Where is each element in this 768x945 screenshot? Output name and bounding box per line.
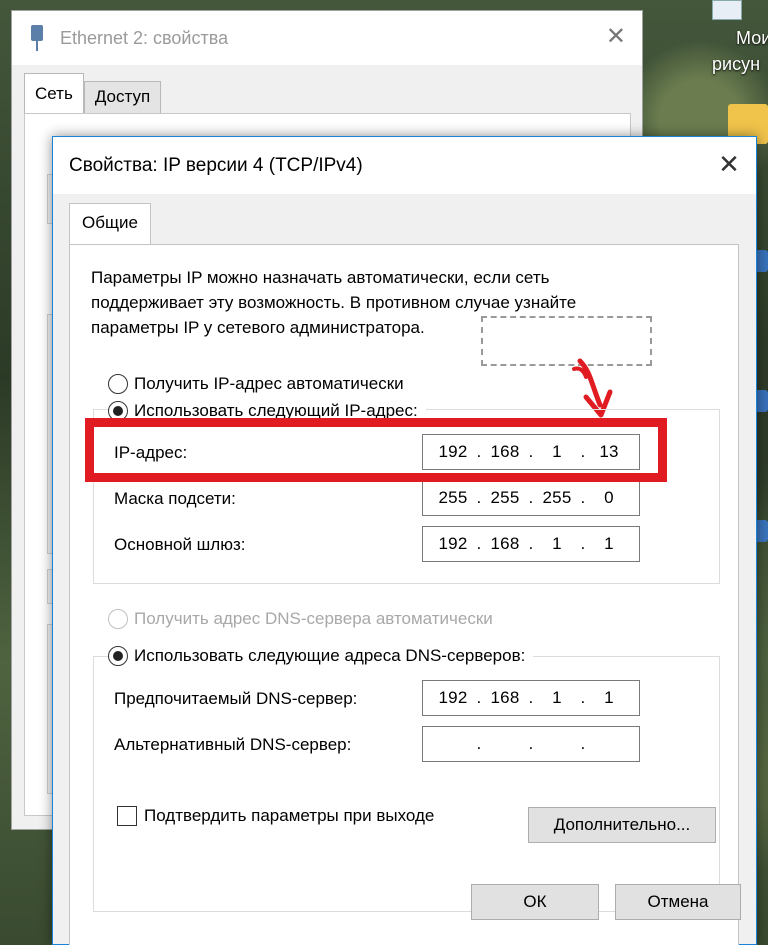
ip-octet[interactable]: 255 <box>537 488 577 508</box>
ip-address-input[interactable]: 192. 168. 1. 13 <box>422 434 640 470</box>
radio-button[interactable] <box>108 374 128 394</box>
dns-manual-label: Использовать следующие адреса DNS-сервер… <box>134 646 526 665</box>
desktop-label-1: Мои <box>736 28 768 48</box>
radio-button[interactable] <box>108 401 128 421</box>
ethernet-window-tabs: Сеть Доступ <box>24 73 162 113</box>
ip-manual-radio[interactable]: Использовать следующий IP-адрес: <box>108 401 426 421</box>
intro-line: поддерживает эту возможность. В противно… <box>91 293 577 312</box>
ip-manual-label: Использовать следующий IP-адрес: <box>134 401 418 420</box>
ip-octet[interactable]: 168 <box>485 442 525 462</box>
dialog-titlebar: Свойства: IP версии 4 (TCP/IPv4) ✕ <box>53 137 756 194</box>
ip-octet[interactable]: 192 <box>433 442 473 462</box>
dns-manual-radio[interactable]: Использовать следующие адреса DNS-сервер… <box>108 646 534 666</box>
close-icon[interactable]: ✕ <box>606 25 626 49</box>
general-tab-panel: Параметры IP можно назначать автоматичес… <box>69 244 739 945</box>
subnet-mask-label: Маска подсети: <box>114 489 236 508</box>
ethernet-window-title: Ethernet 2: свойства <box>60 27 229 48</box>
ip-octet[interactable]: 13 <box>589 442 629 462</box>
ip-octet[interactable]: 255 <box>485 488 525 508</box>
radio-button <box>108 609 128 629</box>
ip-address-label: IP-адрес: <box>114 443 188 462</box>
ipv4-properties-dialog: Свойства: IP версии 4 (TCP/IPv4) ✕ Общие… <box>52 136 757 945</box>
dialog-tabs: Общие <box>69 203 151 245</box>
alternate-dns-input[interactable]: . . . <box>422 726 640 762</box>
ip-octet[interactable]: 1 <box>589 688 629 708</box>
preferred-dns-input[interactable]: 192. 168. 1. 1 <box>422 680 640 716</box>
preferred-dns-label: Предпочитаемый DNS-сервер: <box>114 689 358 708</box>
validate-on-exit-label: Подтвердить параметры при выходе <box>144 806 435 825</box>
network-adapter-icon <box>28 25 46 51</box>
ip-octet[interactable]: 0 <box>589 488 629 508</box>
checkbox[interactable] <box>117 806 137 826</box>
validate-on-exit-checkbox[interactable]: Подтвердить параметры при выходе <box>117 806 434 826</box>
default-gateway-input[interactable]: 192. 168. 1. 1 <box>422 526 640 562</box>
alternate-dns-label: Альтернативный DNS-сервер: <box>114 735 352 754</box>
desktop-shortcut-icon[interactable] <box>712 0 742 20</box>
dns-auto-label: Получить адрес DNS-сервера автоматически <box>134 609 493 628</box>
ip-octet[interactable]: 192 <box>433 534 473 554</box>
default-gateway-label: Основной шлюз: <box>114 535 246 554</box>
ip-auto-radio[interactable]: Получить IP-адрес автоматически <box>108 374 404 394</box>
ip-octet[interactable]: 168 <box>485 688 525 708</box>
dns-auto-radio[interactable]: Получить адрес DNS-сервера автоматически <box>108 609 493 629</box>
tab-network[interactable]: Сеть <box>24 73 84 113</box>
ip-octet[interactable]: 255 <box>433 488 473 508</box>
ethernet-window-titlebar: Ethernet 2: свойства ✕ <box>12 11 642 65</box>
ip-octet[interactable]: 1 <box>537 534 577 554</box>
advanced-button[interactable]: Дополнительно... <box>528 807 716 843</box>
ip-octet[interactable]: 1 <box>589 534 629 554</box>
ok-button[interactable]: ОК <box>471 884 599 920</box>
cancel-button[interactable]: Отмена <box>615 884 741 920</box>
close-icon[interactable]: ✕ <box>714 149 744 179</box>
tab-general[interactable]: Общие <box>69 203 151 245</box>
ip-auto-label: Получить IP-адрес автоматически <box>134 374 404 393</box>
desktop-label-2: рисун <box>712 54 761 74</box>
subnet-mask-input[interactable]: 255. 255. 255. 0 <box>422 480 640 516</box>
intro-line: Параметры IP можно назначать автоматичес… <box>91 268 550 287</box>
ip-octet[interactable]: 192 <box>433 688 473 708</box>
dialog-title: Свойства: IP версии 4 (TCP/IPv4) <box>69 154 363 176</box>
ip-octet[interactable]: 1 <box>537 442 577 462</box>
annotation-dashed-box <box>481 316 652 366</box>
ip-octet[interactable]: 168 <box>485 534 525 554</box>
ip-octet[interactable]: 1 <box>537 688 577 708</box>
radio-button[interactable] <box>108 646 128 666</box>
tab-sharing[interactable]: Доступ <box>83 81 162 113</box>
